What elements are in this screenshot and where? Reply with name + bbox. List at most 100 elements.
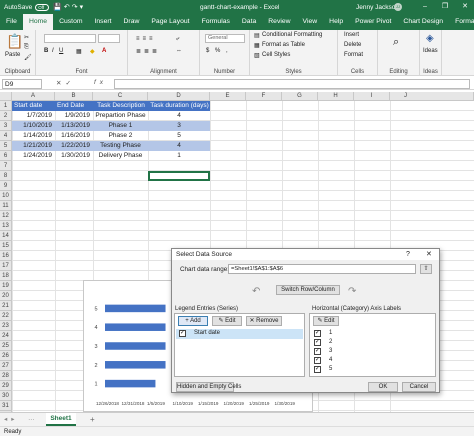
- tab-power-pivot[interactable]: Power Pivot: [349, 14, 397, 30]
- column-header[interactable]: F: [246, 92, 282, 101]
- row-header[interactable]: 11: [0, 201, 12, 211]
- table-header-cell[interactable]: End Date: [57, 101, 92, 111]
- row-header[interactable]: 25: [0, 341, 12, 351]
- row-header[interactable]: 8: [0, 171, 12, 181]
- tab-page-layout[interactable]: Page Layout: [145, 14, 195, 30]
- row-header[interactable]: 6: [0, 151, 12, 161]
- row-header[interactable]: 2: [0, 111, 12, 121]
- tab-data[interactable]: Data: [236, 14, 262, 30]
- axis-label-row[interactable]: ✓ 3: [311, 347, 435, 356]
- row-header[interactable]: 27: [0, 361, 12, 371]
- tab-format[interactable]: Format: [449, 14, 474, 30]
- column-header[interactable]: J: [390, 92, 474, 101]
- row-header[interactable]: 20: [0, 291, 12, 301]
- restore-button[interactable]: ❐: [436, 0, 454, 14]
- insert-cells-button[interactable]: Insert: [344, 32, 359, 38]
- table-cell[interactable]: Prepartion Phase: [93, 111, 148, 121]
- copy-icon[interactable]: ⎘: [24, 44, 29, 51]
- align-left-icons[interactable]: ≣≣≣: [136, 48, 160, 55]
- row-header[interactable]: 5: [0, 141, 12, 151]
- axis-label-checkbox[interactable]: ✓: [314, 366, 321, 373]
- table-cell[interactable]: Phase 1: [93, 121, 148, 131]
- tab-view[interactable]: View: [297, 14, 324, 30]
- paste-icon[interactable]: 📋: [6, 33, 23, 50]
- tab-review[interactable]: Review: [262, 14, 296, 30]
- gantt-bar[interactable]: [105, 304, 166, 313]
- formula-bar-icons[interactable]: ✕✓: [56, 79, 75, 87]
- user-name[interactable]: Jenny Jackson: [356, 4, 399, 11]
- avatar[interactable]: JJ: [394, 3, 402, 11]
- font-name-box[interactable]: [44, 34, 96, 43]
- sheet-tab-sheet1[interactable]: Sheet1: [46, 413, 76, 426]
- font-size-box[interactable]: [98, 34, 120, 43]
- column-header[interactable]: D: [148, 92, 210, 101]
- spreadsheet-grid[interactable]: A B C D E F G H I J 1 2 3 4 5 6 7 8 9 10 11 12 13 14 1…: [0, 92, 474, 412]
- column-header[interactable]: A: [12, 92, 55, 101]
- row-header[interactable]: 12: [0, 211, 12, 221]
- axis-label-row[interactable]: ✓ 4: [311, 356, 435, 365]
- axis-label-checkbox[interactable]: ✓: [314, 330, 321, 337]
- italic-icon[interactable]: I: [52, 48, 54, 54]
- font-color-icon[interactable]: A: [102, 48, 106, 54]
- row-header[interactable]: 21: [0, 301, 12, 311]
- column-header[interactable]: C: [93, 92, 148, 101]
- row-header[interactable]: 16: [0, 251, 12, 261]
- row-header[interactable]: 31: [0, 401, 12, 411]
- row-header[interactable]: 13: [0, 221, 12, 231]
- table-header-cell[interactable]: Task duration (days): [150, 101, 209, 111]
- column-header[interactable]: G: [282, 92, 318, 101]
- close-button[interactable]: ✕: [456, 0, 474, 14]
- table-cell[interactable]: 1/22/2019: [55, 141, 93, 151]
- select-all-corner[interactable]: [0, 92, 12, 101]
- remove-series-button[interactable]: ✕ Remove: [246, 316, 282, 326]
- wrap-text-icon[interactable]: ⤶: [176, 36, 179, 43]
- table-cell[interactable]: 1/30/2019: [55, 151, 93, 161]
- merge-icon[interactable]: ⇔: [176, 48, 182, 54]
- minimize-button[interactable]: –: [416, 0, 434, 14]
- sheet-nav-icons[interactable]: ◂▸: [4, 415, 19, 423]
- axis-label-checkbox[interactable]: ✓: [314, 348, 321, 355]
- column-header[interactable]: H: [318, 92, 354, 101]
- axis-label-row[interactable]: ✓ 1: [311, 329, 435, 338]
- gantt-bar[interactable]: [105, 342, 166, 350]
- table-cell[interactable]: Delivery Phase: [93, 151, 148, 161]
- table-cell[interactable]: Phase 2: [93, 131, 148, 141]
- add-sheet-button[interactable]: +: [90, 415, 95, 424]
- quick-access-icons[interactable]: 💾↶↷▾: [53, 3, 85, 11]
- tab-help[interactable]: Help: [323, 14, 349, 30]
- cell-styles-button[interactable]: Cell Styles: [262, 52, 290, 58]
- underline-icon[interactable]: U: [59, 48, 63, 54]
- axis-label-row[interactable]: ✓ 2: [311, 338, 435, 347]
- table-cell[interactable]: 3: [148, 121, 210, 131]
- ok-button[interactable]: OK: [368, 382, 398, 392]
- table-cell[interactable]: 1/24/2019: [12, 151, 55, 161]
- number-format-box[interactable]: General: [205, 34, 245, 43]
- cancel-button[interactable]: Cancel: [402, 382, 436, 392]
- row-header[interactable]: 22: [0, 311, 12, 321]
- table-cell[interactable]: 5: [148, 131, 210, 141]
- row-header[interactable]: 9: [0, 181, 12, 191]
- table-cell[interactable]: 1: [148, 151, 210, 161]
- row-header[interactable]: 7: [0, 161, 12, 171]
- format-painter-icon[interactable]: 🖌: [24, 54, 32, 61]
- table-cell[interactable]: 1/14/2019: [12, 131, 55, 141]
- more-sheets-icon[interactable]: …: [28, 415, 35, 422]
- format-as-table-button[interactable]: Format as Table: [262, 42, 305, 48]
- chart-data-range-input[interactable]: =Sheet1!$A$1:$A$6: [228, 264, 416, 274]
- selected-cell-d9[interactable]: [148, 171, 210, 181]
- format-cells-button[interactable]: Format: [344, 52, 363, 58]
- tab-file[interactable]: File: [0, 14, 23, 30]
- autosave-toggle[interactable]: Off: [35, 3, 50, 11]
- tab-chart-design[interactable]: Chart Design: [397, 14, 449, 30]
- cut-icon[interactable]: ✂: [24, 34, 29, 41]
- table-header-cell[interactable]: Task Description: [95, 101, 147, 111]
- tab-formulas[interactable]: Formulas: [196, 14, 236, 30]
- column-header[interactable]: B: [55, 92, 93, 101]
- hidden-empty-cells-button[interactable]: Hidden and Empty Cells: [176, 382, 241, 392]
- collapse-range-button[interactable]: ⇧: [420, 264, 432, 274]
- paste-button[interactable]: Paste: [5, 52, 20, 58]
- edit-axis-button[interactable]: ✎ Edit: [313, 316, 339, 326]
- ideas-button[interactable]: Ideas: [423, 48, 438, 54]
- search-icon[interactable]: ⌕: [393, 36, 399, 49]
- row-header[interactable]: 26: [0, 351, 12, 361]
